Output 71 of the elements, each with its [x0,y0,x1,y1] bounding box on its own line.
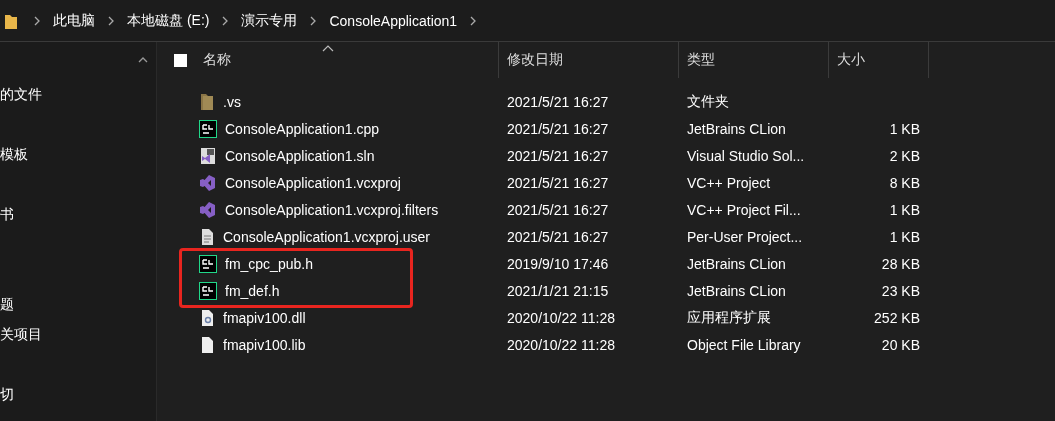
modified-date: 2021/5/21 16:27 [507,120,609,137]
sidebar-item[interactable]: 书 [0,206,14,224]
modified-date: 2021/5/21 16:27 [507,93,609,110]
file-type: VC++ Project [687,174,771,191]
clion-file-icon [199,281,217,300]
file-size: 1 KB [889,120,920,137]
document-icon [199,227,215,246]
file-type: Object File Library [687,336,801,353]
file-size: 8 KB [889,174,920,191]
file-name[interactable]: ConsoleApplication1.vcxproj.user [223,228,430,245]
breadcrumb-item[interactable]: 本地磁盘 (E:) [127,11,210,30]
folder-icon [5,12,17,29]
file-size: 20 KB [881,336,920,353]
modified-date: 2019/9/10 17:46 [507,255,609,272]
file-name[interactable]: ConsoleApplication1.sln [225,147,375,164]
file-size: 252 KB [874,309,920,326]
modified-date: 2021/5/21 16:27 [507,228,609,245]
modified-date: 2021/5/21 16:27 [507,147,609,164]
file-name[interactable]: ConsoleApplication1.vcxproj.filters [225,201,439,218]
file-size: 23 KB [881,282,920,299]
chevron-icon[interactable] [107,15,115,26]
file-type: Per-User Project... [687,228,803,245]
file-name[interactable]: fm_cpc_pub.h [225,255,313,272]
chevron-icon[interactable] [309,15,318,26]
breadcrumb-item[interactable]: 此电脑 [53,11,95,30]
visual-studio-icon [199,173,217,192]
file-size: 1 KB [889,228,920,245]
chevron-icon[interactable] [221,15,230,26]
column-header[interactable]: 修改日期 [507,51,563,69]
breadcrumb-item[interactable]: 演示专用 [241,11,298,30]
file-size: 28 KB [881,255,920,272]
column-header[interactable]: 类型 [687,51,715,69]
sidebar-item[interactable]: 切 [0,386,14,404]
sidebar-item[interactable]: 的文件 [0,86,42,104]
modified-date: 2021/5/21 16:27 [507,201,609,218]
chevron-icon[interactable] [33,15,41,26]
clion-file-icon [199,119,217,138]
file-type: JetBrains CLion [687,255,786,272]
file-name[interactable]: ConsoleApplication1.cpp [225,120,380,137]
file-type: VC++ Project Fil... [687,201,801,218]
modified-date: 2020/10/22 11:28 [507,336,615,353]
sidebar-item[interactable]: 题 [0,296,14,314]
solution-file-icon [199,146,217,165]
file-name[interactable]: .vs [223,93,241,110]
column-header[interactable]: 大小 [837,51,865,69]
file-name[interactable]: fmapiv100.dll [223,309,306,326]
modified-date: 2021/1/21 21:15 [507,282,609,299]
scroll-up-icon[interactable] [138,57,148,63]
file-type: JetBrains CLion [687,120,786,137]
file-icon [199,335,215,354]
file-size: 1 KB [889,201,920,218]
chevron-icon[interactable] [469,15,478,26]
file-type: JetBrains CLion [687,282,786,299]
select-all-checkbox[interactable] [174,53,187,67]
file-type: 应用程序扩展 [687,308,771,327]
file-name[interactable]: ConsoleApplication1.vcxproj [225,174,401,191]
modified-date: 2020/10/22 11:28 [507,309,615,326]
column-header[interactable]: 名称 [203,51,231,69]
sidebar-item[interactable]: 模板 [0,146,28,164]
visual-studio-icon [199,200,217,219]
file-type: Visual Studio Sol... [687,147,805,164]
folder-icon [199,92,215,111]
breadcrumb-item[interactable]: ConsoleApplication1 [329,12,458,29]
file-name[interactable]: fm_def.h [225,282,280,299]
file-type: 文件夹 [687,92,729,111]
clion-file-icon [199,254,217,273]
file-size: 2 KB [889,147,920,164]
file-name[interactable]: fmapiv100.lib [223,336,306,353]
gear-file-icon [199,308,215,327]
modified-date: 2021/5/21 16:27 [507,174,609,191]
sidebar-item[interactable]: 关项目 [0,326,42,344]
